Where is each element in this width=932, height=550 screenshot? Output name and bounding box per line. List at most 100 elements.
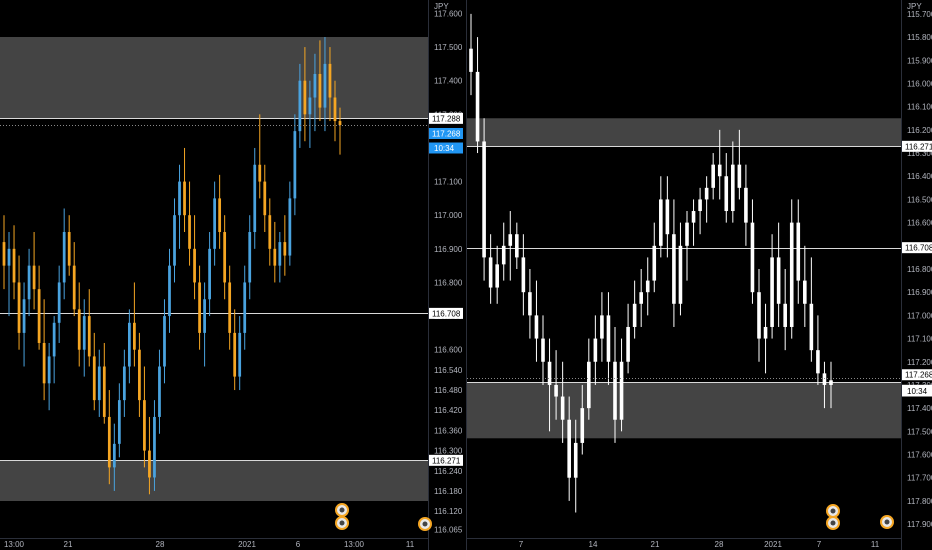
candle-body	[178, 181, 181, 216]
candle	[253, 147, 257, 249]
candle	[87, 289, 91, 367]
price-tick-label: 116.400	[907, 172, 932, 181]
candle	[102, 342, 106, 424]
candle	[228, 265, 232, 350]
candle-body	[183, 181, 186, 216]
candle	[482, 118, 486, 281]
time-tick-label: 21	[651, 540, 660, 549]
candle	[534, 280, 539, 362]
candle	[783, 269, 787, 351]
candle-body	[248, 232, 252, 283]
candle	[724, 153, 729, 223]
candle-body	[803, 280, 807, 304]
candle-body	[97, 366, 101, 401]
price-tick-label: 116.900	[907, 288, 932, 297]
left-chart[interactable]: JPY117.600117.500117.400117.300117.20011…	[0, 0, 466, 550]
candle	[268, 198, 272, 266]
candle-body	[338, 121, 342, 126]
candle	[600, 292, 604, 362]
candle	[57, 265, 61, 343]
candle	[731, 141, 735, 223]
candle	[521, 234, 526, 316]
candle-body	[593, 338, 598, 362]
candle	[133, 282, 136, 367]
candle-body	[521, 257, 526, 293]
candle	[488, 234, 493, 304]
candle	[672, 199, 676, 327]
candle	[757, 269, 761, 362]
candle-body	[138, 349, 141, 401]
candle	[62, 208, 66, 300]
candle	[193, 215, 196, 300]
price-tick-label: 117.800	[907, 497, 932, 506]
zone-band-0	[0, 36, 428, 119]
candle	[188, 181, 191, 266]
candle	[138, 332, 141, 417]
candle	[153, 400, 156, 491]
candle	[744, 164, 748, 246]
time-tick-label: 7	[817, 540, 822, 549]
event-bubble-inner	[830, 508, 836, 514]
candle	[645, 257, 650, 316]
candle-body	[659, 199, 663, 246]
candle-body	[469, 48, 473, 72]
candle-body	[475, 71, 480, 142]
price-tick-label: 116.900	[434, 245, 463, 254]
candle	[475, 37, 480, 154]
candle-body	[273, 248, 277, 266]
candle-body	[652, 245, 657, 281]
event-bubble-icon	[826, 516, 840, 530]
price-tick-label: 115.800	[907, 33, 932, 42]
candle-body	[757, 292, 761, 339]
candle	[178, 164, 181, 249]
candle	[626, 303, 630, 374]
candle-body	[600, 315, 604, 339]
candle-body	[328, 63, 332, 98]
candle	[796, 199, 801, 304]
candle-body	[253, 164, 257, 233]
candle	[803, 245, 807, 327]
candle-body	[829, 380, 833, 385]
candle-body	[313, 73, 317, 98]
candle	[173, 198, 176, 283]
candle-body	[188, 215, 191, 249]
candle-body	[783, 303, 787, 327]
candle-body	[541, 338, 545, 362]
candle-body	[580, 408, 585, 443]
candle-body	[501, 245, 506, 265]
candle-body	[258, 164, 262, 182]
candle-body	[724, 176, 729, 212]
price-tick-label: 117.500	[907, 427, 932, 436]
candle-body	[534, 315, 539, 339]
level-label-text: 117.268	[905, 371, 932, 380]
right-chart[interactable]: JPY115.700115.800115.900116.000116.10011…	[467, 0, 932, 550]
candle	[495, 245, 499, 304]
event-bubble-icon	[335, 503, 349, 517]
candle-body	[112, 443, 116, 468]
candle-body	[148, 450, 151, 478]
candle-body	[288, 198, 292, 256]
candle-body	[168, 265, 171, 317]
candle	[593, 315, 598, 385]
right-chart-pane[interactable]: JPY115.700115.800115.900116.000116.10011…	[466, 0, 932, 550]
left-chart-pane[interactable]: JPY117.600117.500117.400117.300117.20011…	[0, 0, 466, 550]
candle-body	[796, 222, 801, 281]
price-tick-label: 116.200	[907, 126, 932, 135]
candle	[809, 257, 814, 362]
candle	[704, 176, 709, 223]
candle	[288, 181, 292, 266]
candle	[763, 303, 768, 374]
candle-body	[32, 265, 36, 290]
candle	[258, 114, 262, 199]
candle	[691, 199, 696, 246]
candle-body	[203, 299, 206, 333]
time-tick-label: 14	[589, 540, 598, 549]
event-bubble-inner	[884, 519, 890, 525]
candle-body	[298, 80, 302, 132]
event-bubble-icon	[826, 504, 840, 518]
candle-body	[153, 416, 156, 478]
candle-body	[308, 97, 312, 115]
candle-body	[198, 282, 201, 333]
candle	[632, 280, 637, 339]
candle	[789, 199, 794, 339]
